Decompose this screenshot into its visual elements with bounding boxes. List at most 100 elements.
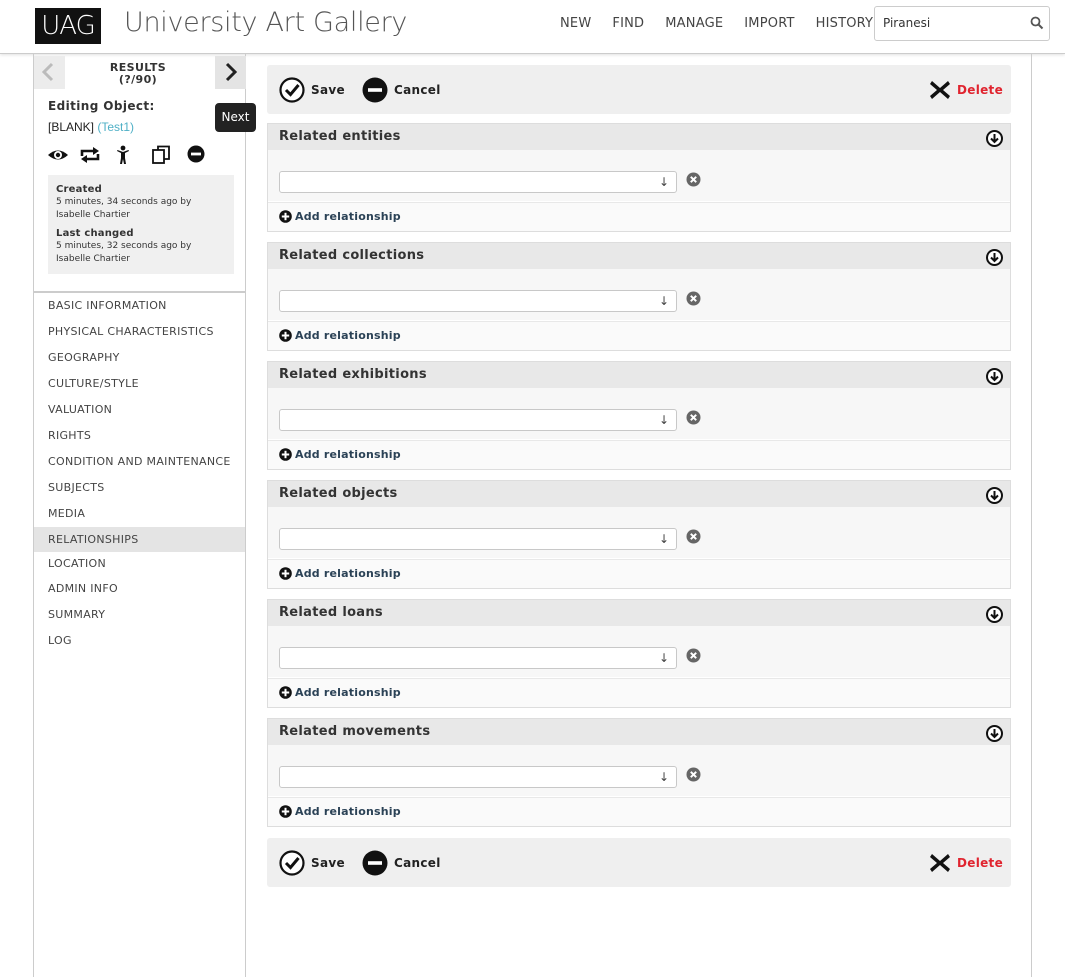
panel-title: Related objects [279, 486, 398, 501]
remove-circle-icon[interactable] [686, 529, 701, 544]
relationship-select[interactable]: ↓ [279, 766, 677, 788]
logo[interactable]: UAG [35, 8, 101, 44]
panel-footer: Add relationship [268, 559, 1010, 588]
menu-summary[interactable]: SUMMARY [34, 602, 245, 628]
menu-geography[interactable]: GEOGRAPHY [34, 345, 245, 371]
delete-label: Delete [957, 856, 1004, 870]
panel-header[interactable]: Related loans [268, 600, 1010, 626]
add-relationship-button[interactable]: Add relationship [279, 686, 401, 699]
remove-circle-icon[interactable] [686, 767, 701, 782]
menu-log[interactable]: LOG [34, 628, 245, 654]
chevron-right-icon [225, 62, 238, 82]
nav-find[interactable]: FIND [612, 16, 644, 31]
add-relationship-button[interactable]: Add relationship [279, 448, 401, 461]
editing-object-link[interactable]: (Test1) [97, 120, 134, 134]
minus-circle-icon [362, 77, 388, 103]
related-loans-panel: Related loans ↓ Add relationship [267, 599, 1011, 708]
check-circle-icon [279, 850, 305, 876]
panel-header[interactable]: Related exhibitions [268, 362, 1010, 388]
remove-circle-icon[interactable] [686, 410, 701, 425]
frame-right-border [1031, 54, 1032, 977]
previous-button[interactable] [34, 56, 65, 89]
panel-header[interactable]: Related movements [268, 719, 1010, 745]
menu-valuation[interactable]: VALUATION [34, 397, 245, 423]
save-button[interactable]: Save [279, 850, 345, 876]
app-title[interactable]: University Art Gallery [124, 7, 407, 38]
panel-title: Related collections [279, 248, 425, 263]
plus-circle-icon [279, 329, 292, 342]
chevron-left-icon [41, 62, 54, 82]
panel-body: ↓ [268, 150, 1010, 201]
search-box [874, 6, 1050, 41]
remove-circle-icon[interactable] [686, 648, 701, 663]
editing-object-value: [BLANK] (Test1) [48, 120, 134, 134]
panel-header[interactable]: Related objects [268, 481, 1010, 507]
nav-manage[interactable]: MANAGE [665, 16, 723, 31]
nav-import[interactable]: IMPORT [744, 16, 794, 31]
collapse-arrow-icon[interactable] [986, 368, 1003, 385]
cancel-button[interactable]: Cancel [362, 77, 441, 103]
check-circle-icon [279, 77, 305, 103]
menu-rights[interactable]: RIGHTS [34, 423, 245, 449]
collapse-arrow-icon[interactable] [986, 130, 1003, 147]
relationship-select[interactable]: ↓ [279, 171, 677, 193]
menu-physical-characteristics[interactable]: PHYSICAL CHARACTERISTICS [34, 319, 245, 345]
remove-circle-icon[interactable] [686, 291, 701, 306]
add-relationship-button[interactable]: Add relationship [279, 567, 401, 580]
nav-history[interactable]: HISTORY [816, 16, 874, 31]
menu-subjects[interactable]: SUBJECTS [34, 475, 245, 501]
collapse-arrow-icon[interactable] [986, 487, 1003, 504]
minus-circle-icon[interactable] [187, 145, 205, 165]
cancel-button[interactable]: Cancel [362, 850, 441, 876]
editing-object-name: [BLANK] [48, 120, 95, 134]
panel-title: Related movements [279, 724, 431, 739]
add-relationship-button[interactable]: Add relationship [279, 210, 401, 223]
search-icon[interactable] [1030, 16, 1044, 30]
add-relationship-button[interactable]: Add relationship [279, 805, 401, 818]
relationship-select[interactable]: ↓ [279, 528, 677, 550]
panel-footer: Add relationship [268, 440, 1010, 469]
dropdown-arrow-icon: ↓ [658, 413, 669, 427]
delete-button[interactable]: Delete [929, 77, 1003, 103]
panel-body: ↓ [268, 745, 1010, 796]
relationship-select[interactable]: ↓ [279, 290, 677, 312]
plus-circle-icon [279, 210, 292, 223]
menu-admin-info[interactable]: ADMIN INFO [34, 576, 245, 602]
menu-media[interactable]: MEDIA [34, 501, 245, 527]
record-info-box: Created 5 minutes, 34 seconds ago by Isa… [48, 175, 234, 274]
collapse-arrow-icon[interactable] [986, 606, 1003, 623]
menu-location[interactable]: LOCATION [34, 552, 245, 576]
related-entities-panel: Related entities ↓ Add relationship [267, 123, 1011, 232]
relationship-select[interactable]: ↓ [279, 647, 677, 669]
add-relationship-button[interactable]: Add relationship [279, 329, 401, 342]
collapse-arrow-icon[interactable] [986, 725, 1003, 742]
collapse-arrow-icon[interactable] [986, 249, 1003, 266]
last-changed-label: Last changed [56, 228, 134, 239]
panel-header[interactable]: Related collections [268, 243, 1010, 269]
search-input[interactable] [883, 16, 1023, 30]
menu-relationships[interactable]: RELATIONSHIPS [34, 527, 245, 552]
related-objects-panel: Related objects ↓ Add relationship [267, 480, 1011, 589]
remove-circle-icon[interactable] [686, 172, 701, 187]
related-collections-panel: Related collections ↓ Add relationship [267, 242, 1011, 351]
relationship-select[interactable]: ↓ [279, 409, 677, 431]
duplicate-icon[interactable] [151, 145, 173, 165]
menu-culture-style[interactable]: CULTURE/STYLE [34, 371, 245, 397]
plus-circle-icon [279, 686, 292, 699]
panel-footer: Add relationship [268, 797, 1010, 826]
nav-new[interactable]: NEW [560, 16, 591, 31]
panel-title: Related entities [279, 129, 401, 144]
save-label: Save [311, 83, 345, 97]
eye-icon[interactable] [47, 145, 69, 165]
delete-button[interactable]: Delete [929, 850, 1003, 876]
add-relationship-label: Add relationship [295, 686, 401, 699]
repeat-icon[interactable] [79, 145, 101, 165]
menu-condition-maintenance[interactable]: CONDITION AND MAINTENANCE [34, 449, 245, 475]
next-button[interactable] [215, 56, 246, 89]
save-button[interactable]: Save [279, 77, 345, 103]
person-icon[interactable] [116, 145, 130, 165]
plus-circle-icon [279, 805, 292, 818]
panel-body: ↓ [268, 269, 1010, 320]
menu-basic-information[interactable]: BASIC INFORMATION [34, 293, 245, 319]
panel-header[interactable]: Related entities [268, 124, 1010, 150]
